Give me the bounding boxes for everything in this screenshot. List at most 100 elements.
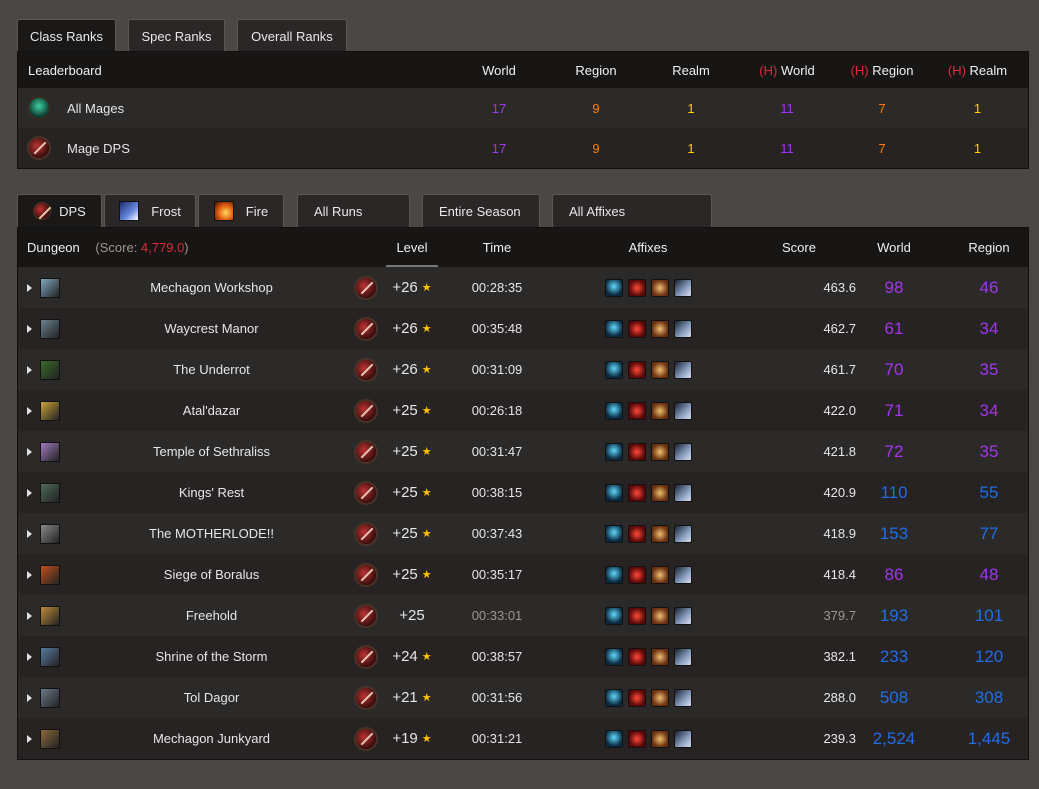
fortified-affix-icon[interactable]	[604, 360, 623, 379]
expand-caret-icon[interactable]	[27, 283, 32, 292]
expand-caret-icon[interactable]	[27, 365, 32, 374]
col-world[interactable]: World	[858, 240, 930, 255]
bolstering-affix-icon[interactable]	[627, 565, 646, 584]
tab-frost[interactable]: Frost	[104, 194, 196, 227]
fortified-affix-icon[interactable]	[604, 401, 623, 420]
tab-class-ranks[interactable]: Class Ranks	[17, 19, 116, 52]
fortified-affix-icon[interactable]	[604, 442, 623, 461]
expand-caret-icon[interactable]	[27, 611, 32, 620]
expand-caret-icon[interactable]	[27, 693, 32, 702]
region-rank[interactable]: 34	[930, 319, 1039, 339]
region-rank[interactable]: 55	[930, 483, 1039, 503]
table-row[interactable]: Waycrest Manor +26 ★ 00:35:48 462.7 61 34	[18, 308, 1028, 349]
table-row[interactable]: Mechagon Workshop +26 ★ 00:28:35 463.6 98 46	[18, 267, 1028, 308]
expand-caret-icon[interactable]	[27, 529, 32, 538]
necrotic-affix-icon[interactable]	[650, 401, 669, 420]
bolstering-affix-icon[interactable]	[627, 442, 646, 461]
region-rank[interactable]: 1,445	[930, 729, 1039, 749]
bolstering-affix-icon[interactable]	[627, 319, 646, 338]
bolstering-affix-icon[interactable]	[627, 401, 646, 420]
region-rank[interactable]: 308	[930, 688, 1039, 708]
world-rank[interactable]: 61	[858, 319, 930, 339]
bolstering-affix-icon[interactable]	[627, 524, 646, 543]
table-row[interactable]: Temple of Sethraliss +25 ★ 00:31:47 421.8 72 3…	[18, 431, 1028, 472]
dungeon-name[interactable]: Waycrest Manor	[69, 321, 354, 336]
leaderboard-row[interactable]: All Mages 17 9 1 11 7 1	[18, 88, 1028, 128]
table-row[interactable]: Atal'dazar +25 ★ 00:26:18 422.0 71 34	[18, 390, 1028, 431]
necrotic-affix-icon[interactable]	[650, 278, 669, 297]
table-row[interactable]: Siege of Boralus +25 ★ 00:35:17 418.4 86 48	[18, 554, 1028, 595]
tab-dps[interactable]: DPS	[17, 194, 102, 227]
col-region[interactable]: Region	[930, 240, 1039, 255]
affixes-filter-dropdown[interactable]: All Affixes	[552, 194, 712, 227]
awakened-affix-icon[interactable]	[673, 360, 692, 379]
expand-caret-icon[interactable]	[27, 652, 32, 661]
necrotic-affix-icon[interactable]	[650, 729, 669, 748]
awakened-affix-icon[interactable]	[673, 565, 692, 584]
region-rank[interactable]: 46	[930, 278, 1039, 298]
world-rank[interactable]: 110	[858, 483, 930, 503]
awakened-affix-icon[interactable]	[673, 647, 692, 666]
awakened-affix-icon[interactable]	[673, 483, 692, 502]
necrotic-affix-icon[interactable]	[650, 606, 669, 625]
awakened-affix-icon[interactable]	[673, 319, 692, 338]
col-score[interactable]: Score	[740, 240, 858, 255]
dungeon-name[interactable]: Temple of Sethraliss	[69, 444, 354, 459]
fortified-affix-icon[interactable]	[604, 565, 623, 584]
dungeon-name[interactable]: Kings' Rest	[69, 485, 354, 500]
world-rank[interactable]: 86	[858, 565, 930, 585]
fortified-affix-icon[interactable]	[604, 688, 623, 707]
table-row[interactable]: Freehold +25 00:33:01 379.7 193 101	[18, 595, 1028, 636]
necrotic-affix-icon[interactable]	[650, 483, 669, 502]
region-rank[interactable]: 77	[930, 524, 1039, 544]
fortified-affix-icon[interactable]	[604, 606, 623, 625]
necrotic-affix-icon[interactable]	[650, 647, 669, 666]
tab-spec-ranks[interactable]: Spec Ranks	[128, 19, 225, 52]
necrotic-affix-icon[interactable]	[650, 524, 669, 543]
region-rank[interactable]: 120	[930, 647, 1039, 667]
necrotic-affix-icon[interactable]	[650, 565, 669, 584]
fortified-affix-icon[interactable]	[604, 483, 623, 502]
bolstering-affix-icon[interactable]	[627, 729, 646, 748]
bolstering-affix-icon[interactable]	[627, 688, 646, 707]
region-rank[interactable]: 35	[930, 442, 1039, 462]
dungeon-name[interactable]: The MOTHERLODE!!	[69, 526, 354, 541]
awakened-affix-icon[interactable]	[673, 688, 692, 707]
bolstering-affix-icon[interactable]	[627, 647, 646, 666]
world-rank[interactable]: 71	[858, 401, 930, 421]
fortified-affix-icon[interactable]	[604, 647, 623, 666]
dungeon-name[interactable]: Freehold	[69, 608, 354, 623]
tab-overall-ranks[interactable]: Overall Ranks	[237, 19, 347, 52]
fortified-affix-icon[interactable]	[604, 278, 623, 297]
bolstering-affix-icon[interactable]	[627, 278, 646, 297]
region-rank[interactable]: 35	[930, 360, 1039, 380]
season-filter-dropdown[interactable]: Entire Season	[422, 194, 540, 227]
necrotic-affix-icon[interactable]	[650, 442, 669, 461]
dungeon-name[interactable]: Mechagon Workshop	[69, 280, 354, 295]
world-rank[interactable]: 153	[858, 524, 930, 544]
tab-fire[interactable]: Fire	[198, 194, 284, 227]
bolstering-affix-icon[interactable]	[627, 483, 646, 502]
table-row[interactable]: Mechagon Junkyard +19 ★ 00:31:21 239.3 2,524 1…	[18, 718, 1028, 759]
necrotic-affix-icon[interactable]	[650, 319, 669, 338]
table-row[interactable]: The Underrot +26 ★ 00:31:09 461.7 70 35	[18, 349, 1028, 390]
world-rank[interactable]: 72	[858, 442, 930, 462]
col-time[interactable]: Time	[438, 240, 556, 255]
expand-caret-icon[interactable]	[27, 734, 32, 743]
col-level[interactable]: Level	[386, 228, 438, 267]
dungeon-name[interactable]: Atal'dazar	[69, 403, 354, 418]
world-rank[interactable]: 70	[858, 360, 930, 380]
expand-caret-icon[interactable]	[27, 488, 32, 497]
world-rank[interactable]: 193	[858, 606, 930, 626]
dungeon-name[interactable]: Siege of Boralus	[69, 567, 354, 582]
fortified-affix-icon[interactable]	[604, 319, 623, 338]
dungeon-name[interactable]: Shrine of the Storm	[69, 649, 354, 664]
necrotic-affix-icon[interactable]	[650, 360, 669, 379]
bolstering-affix-icon[interactable]	[627, 360, 646, 379]
region-rank[interactable]: 34	[930, 401, 1039, 421]
fortified-affix-icon[interactable]	[604, 729, 623, 748]
dungeon-name[interactable]: Tol Dagor	[69, 690, 354, 705]
fortified-affix-icon[interactable]	[604, 524, 623, 543]
dungeon-name[interactable]: The Underrot	[69, 362, 354, 377]
table-row[interactable]: The MOTHERLODE!! +25 ★ 00:37:43 418.9 153 77	[18, 513, 1028, 554]
